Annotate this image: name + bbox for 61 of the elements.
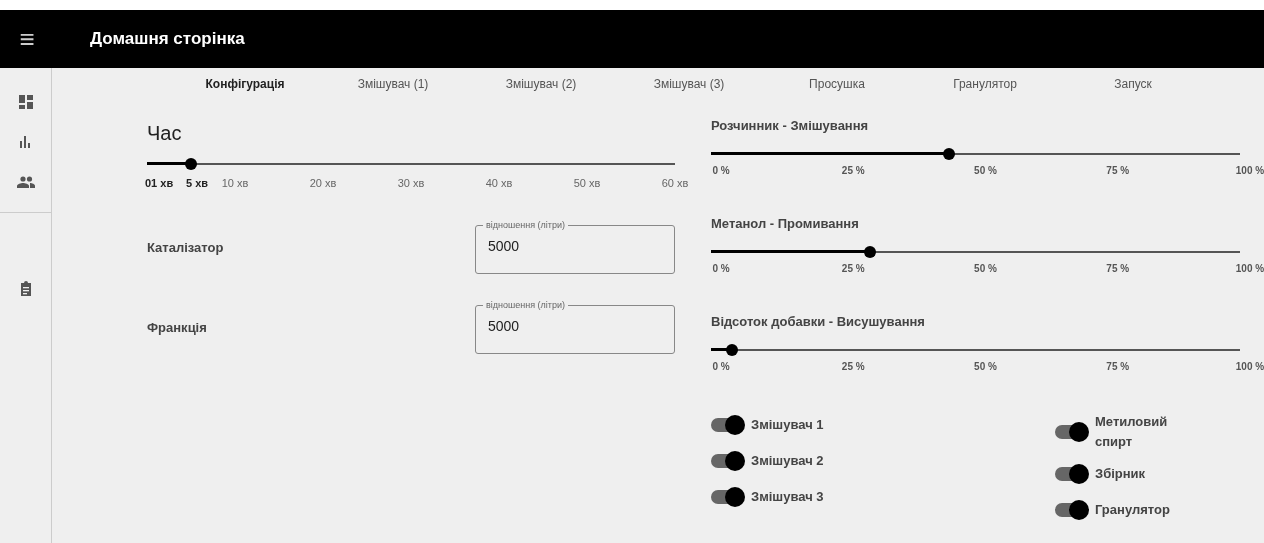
tick-label: 60 хв (661, 177, 689, 189)
page-title: Домашня сторінка (90, 29, 245, 49)
tick-label: 5 хв (185, 177, 208, 189)
tick-label: 10 хв (221, 177, 249, 189)
tick-label: 100 % (1234, 263, 1264, 274)
slider-title: Розчинник - Змішування (711, 118, 870, 133)
tick-label: 30 хв (397, 177, 425, 189)
tick-label: 25 % (840, 361, 866, 372)
tick-label: 100 % (1234, 361, 1264, 372)
slider-thumb[interactable] (726, 344, 739, 356)
section-title: Час (147, 122, 183, 145)
toggle-switch[interactable] (711, 418, 743, 432)
tick-label: 75 % (1105, 361, 1131, 372)
input-field[interactable]: відношення (літри) 5000 (475, 300, 675, 354)
tick-label: 50 % (973, 361, 998, 372)
floating-label: відношення (літри) (485, 220, 566, 230)
toggle-switch[interactable] (1055, 467, 1087, 481)
tick-label: 75 % (1105, 165, 1131, 176)
slider-thumb[interactable] (184, 158, 197, 170)
dashboard-icon[interactable] (18, 95, 33, 109)
tab[interactable]: Змішувач (3) (615, 73, 763, 95)
clipboard-icon[interactable] (19, 280, 32, 296)
tab[interactable]: Просушка (763, 73, 911, 95)
toggle-switch[interactable] (711, 490, 743, 504)
slider-thumb[interactable] (943, 148, 956, 160)
toggle-label: Гранулятор (1095, 501, 1171, 520)
toggle-switch[interactable] (1055, 424, 1087, 439)
tick-label: 50 % (973, 263, 998, 274)
toggle-label: Змішувач 2 (751, 452, 825, 471)
toggle-switch[interactable] (1055, 503, 1087, 517)
tick-label: 01 хв (145, 177, 174, 189)
tick-label: 25 % (840, 263, 866, 274)
field-label: Каталізатор (147, 239, 224, 255)
people-icon[interactable] (16, 176, 35, 188)
tab[interactable]: Змішувач (1) (319, 73, 467, 95)
tick-label: 100 % (1234, 165, 1264, 176)
slider-title: Метанол - Промивання (711, 216, 860, 231)
tick-label: 50 хв (573, 177, 601, 189)
slider-title: Відсоток добавки - Висушування (711, 314, 926, 329)
tab[interactable]: Запуск (1059, 73, 1207, 95)
field-label: Франкція (147, 319, 207, 335)
tick-label: 50 % (973, 165, 998, 176)
tab[interactable]: Гранулятор (911, 73, 1059, 95)
tick-label: 20 хв (309, 177, 337, 189)
tick-label: 0 % (711, 165, 731, 176)
tab[interactable]: Конфігурація (171, 73, 319, 95)
tick-label: 75 % (1105, 263, 1131, 274)
slider-thumb[interactable] (863, 246, 876, 258)
toggle-label: Метиловий спирт (1095, 413, 1169, 451)
toggle-label: Змішувач 3 (751, 488, 825, 507)
floating-label: відношення (літри) (485, 300, 566, 310)
tick-label: 40 хв (485, 177, 513, 189)
bar-chart-icon[interactable] (19, 136, 32, 148)
toggle-label: Змішувач 1 (751, 416, 825, 435)
tick-label: 0 % (711, 361, 731, 372)
tab[interactable]: Змішувач (2) (467, 73, 615, 95)
toggle-label: Збірник (1095, 465, 1147, 484)
toggle-switch[interactable] (711, 454, 743, 468)
input-field[interactable]: відношення (літри) 5000 (475, 220, 675, 274)
tick-label: 25 % (840, 165, 866, 176)
tick-label: 0 % (711, 263, 731, 274)
